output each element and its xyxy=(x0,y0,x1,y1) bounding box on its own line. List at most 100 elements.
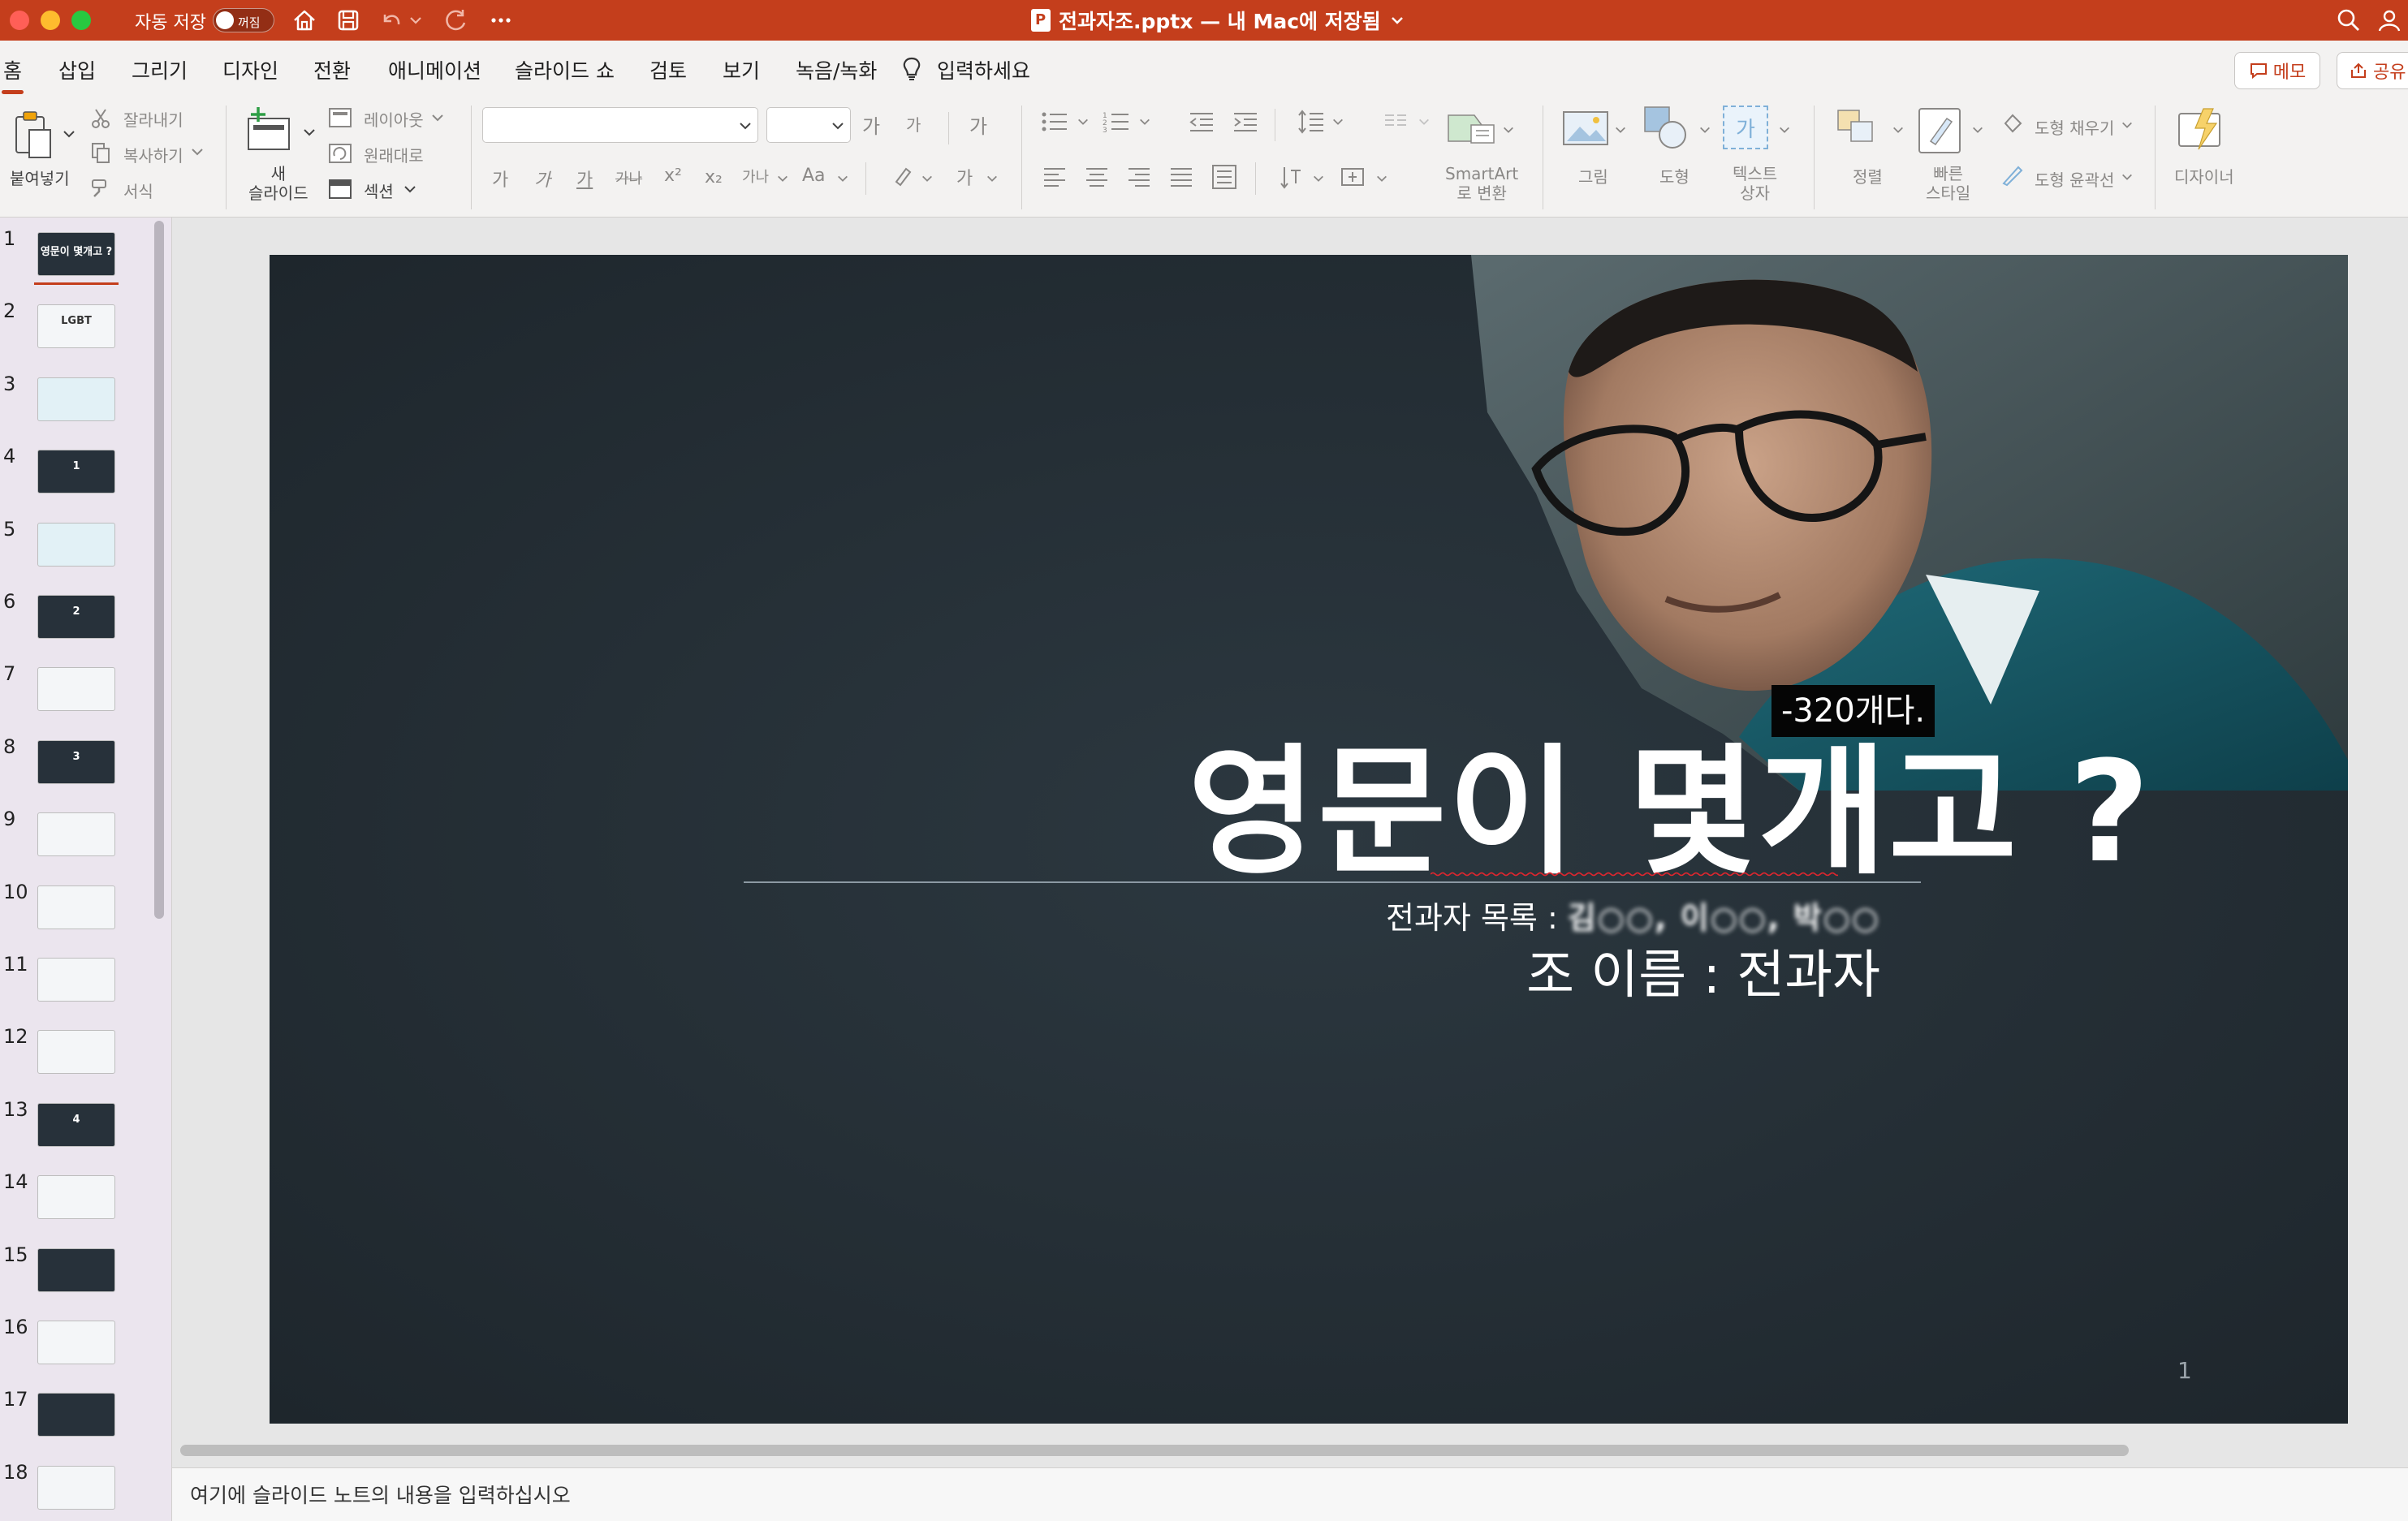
more-options-icon[interactable] xyxy=(487,6,515,34)
decrease-font-size-button[interactable]: 가 xyxy=(906,112,921,136)
undo-dropdown-chevron-icon[interactable] xyxy=(408,6,424,34)
reset-slide-icon[interactable] xyxy=(328,143,352,164)
layout-icon[interactable] xyxy=(328,107,352,128)
clear-formatting-button[interactable]: 가 xyxy=(969,110,987,139)
slide-thumbnail[interactable]: 4 xyxy=(37,1102,115,1147)
document-title-area[interactable]: 전과자조.pptx — 내 Mac에 저장됨 xyxy=(1031,6,1405,34)
strikethrough-button[interactable]: 가나 xyxy=(615,167,642,188)
notes-pane[interactable]: 여기에 슬라이드 노트의 내용을 입력하십시오 xyxy=(172,1467,2408,1521)
slide-thumbnail[interactable]: LGBT xyxy=(37,304,115,349)
shape-outline-label[interactable]: 도형 윤곽선 xyxy=(2035,167,2114,191)
tab-design[interactable]: 디자인 xyxy=(222,55,278,84)
decrease-indent-icon[interactable] xyxy=(1189,110,1215,133)
picture-icon[interactable] xyxy=(1562,109,1609,148)
shape-outline-chevron-icon[interactable] xyxy=(2121,170,2134,183)
section-icon[interactable] xyxy=(328,179,352,200)
increase-font-size-button[interactable]: 가 xyxy=(862,110,880,139)
save-icon[interactable] xyxy=(334,6,362,34)
quick-styles-chevron-icon[interactable] xyxy=(1971,123,1984,136)
shape-outline-icon[interactable] xyxy=(2000,164,2025,187)
paste-options-chevron-icon[interactable] xyxy=(62,127,76,141)
notes-placeholder[interactable]: 여기에 슬라이드 노트의 내용을 입력하십시오 xyxy=(190,1480,571,1509)
bullets-icon[interactable] xyxy=(1041,110,1068,133)
picture-chevron-icon[interactable] xyxy=(1614,123,1627,136)
new-slide-icon[interactable] xyxy=(244,106,296,154)
slide-thumbnail[interactable]: 영문이 몇개고 ? xyxy=(37,232,115,276)
bullets-chevron-icon[interactable] xyxy=(1077,115,1090,128)
line-spacing-chevron-icon[interactable] xyxy=(1331,115,1344,128)
text-direction-chevron-icon[interactable] xyxy=(1312,172,1325,185)
font-color-chevron-icon[interactable] xyxy=(986,172,999,185)
tell-me-search[interactable]: 입력하세요 xyxy=(937,55,1030,84)
tab-insert[interactable]: 삽입 xyxy=(58,55,96,84)
columns-icon[interactable] xyxy=(1383,112,1408,131)
minimize-window-button[interactable] xyxy=(41,11,60,30)
subscript-button[interactable]: x₂ xyxy=(705,167,723,187)
slide-thumbnail-panel[interactable]: 1 영문이 몇개고 ? 2 LGBT 3 4 1 5 6 2 7 8 3 9 10 11 12 13 4 14 15 16… xyxy=(0,218,172,1521)
comments-button[interactable]: 메모 xyxy=(2234,52,2320,89)
increase-indent-icon[interactable] xyxy=(1232,110,1258,133)
slide-thumbnail[interactable] xyxy=(37,812,115,857)
section-label[interactable]: 섹션 xyxy=(364,179,394,202)
layout-chevron-icon[interactable] xyxy=(430,110,445,125)
slide-thumbnail[interactable] xyxy=(37,1175,115,1220)
tab-home[interactable]: 홈 xyxy=(1,55,24,94)
align-left-icon[interactable] xyxy=(1042,166,1067,188)
slide-thumbnail[interactable] xyxy=(37,1030,115,1075)
redo-icon[interactable] xyxy=(442,6,469,34)
tab-record[interactable]: 녹음/녹화 xyxy=(796,55,877,84)
slide-thumbnail[interactable] xyxy=(37,1393,115,1437)
team-name-line[interactable]: 조 이름 : 전과자 xyxy=(1526,933,1880,1008)
layout-label[interactable]: 레이아웃 xyxy=(364,107,424,131)
arrange-chevron-icon[interactable] xyxy=(1892,123,1905,136)
underline-button[interactable]: 가 xyxy=(576,166,593,192)
close-window-button[interactable] xyxy=(10,11,29,30)
smartart-icon[interactable] xyxy=(1447,109,1497,148)
tab-transitions[interactable]: 전환 xyxy=(313,55,351,84)
cut-label[interactable]: 잘라내기 xyxy=(123,107,183,131)
home-icon[interactable] xyxy=(291,6,318,34)
superscript-button[interactable]: x² xyxy=(664,166,682,186)
search-icon[interactable] xyxy=(2335,6,2363,34)
shape-fill-icon[interactable] xyxy=(2000,112,2025,135)
shapes-icon[interactable] xyxy=(1643,106,1690,149)
account-icon[interactable] xyxy=(2376,6,2403,34)
align-center-icon[interactable] xyxy=(1085,166,1109,188)
change-case-chevron-icon[interactable] xyxy=(836,172,849,185)
tab-review[interactable]: 검토 xyxy=(649,55,687,84)
autosave-toggle[interactable]: 꺼짐 xyxy=(213,8,274,32)
paste-icon[interactable] xyxy=(11,109,57,162)
textbox-icon[interactable]: 가 xyxy=(1723,106,1768,149)
new-slide-chevron-icon[interactable] xyxy=(302,125,317,140)
align-text-icon[interactable] xyxy=(1340,164,1367,190)
slide-thumbnail[interactable]: 1 xyxy=(37,450,115,494)
font-size-combo[interactable] xyxy=(766,107,851,143)
copy-chevron-icon[interactable] xyxy=(190,144,205,159)
slide-thumbnail[interactable]: 2 xyxy=(37,595,115,639)
character-spacing-button[interactable]: 가나 xyxy=(742,166,769,187)
shape-fill-chevron-icon[interactable] xyxy=(2121,118,2134,131)
copy-icon[interactable] xyxy=(89,141,112,164)
slide-canvas[interactable]: -320개다. 영문이 몇개고 ? 전과자 목록 : 김○○, 이○○, 박○○… xyxy=(270,255,2348,1424)
reset-label[interactable]: 원래대로 xyxy=(364,143,424,166)
shape-fill-label[interactable]: 도형 채우기 xyxy=(2035,115,2114,139)
highlighter-icon[interactable] xyxy=(890,164,914,188)
line-spacing-icon[interactable] xyxy=(1297,109,1325,135)
italic-button[interactable]: 가 xyxy=(534,166,550,192)
character-spacing-chevron-icon[interactable] xyxy=(776,172,789,185)
copy-label[interactable]: 복사하기 xyxy=(123,143,183,166)
shapes-chevron-icon[interactable] xyxy=(1698,123,1711,136)
bold-button[interactable]: 가 xyxy=(492,166,508,192)
tab-slideshow[interactable]: 슬라이드 쇼 xyxy=(515,55,615,84)
horizontal-scrollbar[interactable] xyxy=(180,1445,2129,1456)
scissors-icon[interactable] xyxy=(89,107,112,130)
tab-animations[interactable]: 애니메이션 xyxy=(388,55,481,84)
thumbnail-scrollbar[interactable] xyxy=(154,221,164,919)
slide-thumbnail[interactable] xyxy=(37,885,115,929)
section-chevron-icon[interactable] xyxy=(403,182,417,196)
format-painter-icon[interactable] xyxy=(89,177,112,200)
slide-thumbnail[interactable] xyxy=(37,1465,115,1510)
smartart-chevron-icon[interactable] xyxy=(1502,123,1515,136)
columns-chevron-icon[interactable] xyxy=(1418,115,1431,128)
align-right-icon[interactable] xyxy=(1127,166,1151,188)
